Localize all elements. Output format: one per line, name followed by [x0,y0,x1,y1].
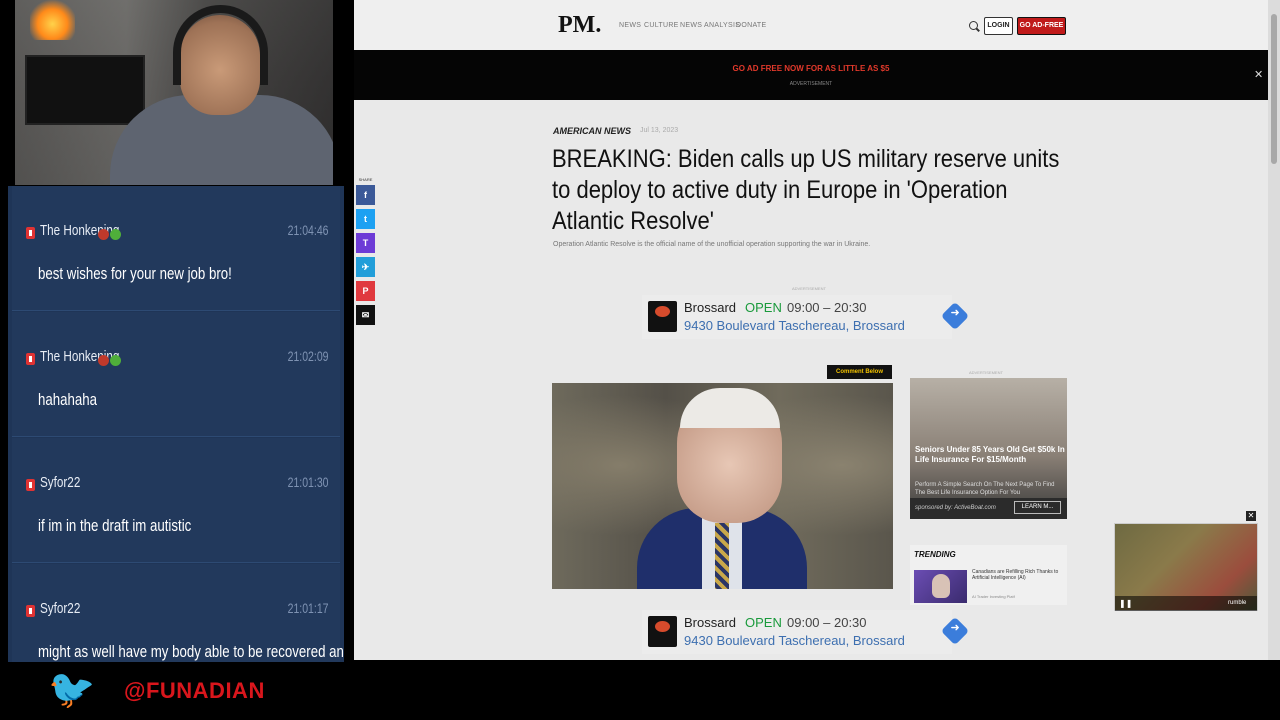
directions-icon[interactable] [940,616,970,646]
facebook-share-icon[interactable]: f [356,185,375,205]
article-date: Jul 13, 2023 [640,127,679,134]
scrollbar-thumb[interactable] [1271,14,1277,164]
store-name: Brossard [684,300,737,315]
store-logo-icon [648,301,677,332]
chat-text: best wishes for your new job bro! [38,264,232,283]
search-icon[interactable] [969,21,978,30]
chat-author: Syfor22 [40,600,81,617]
store-ad-top[interactable]: Brossard OPEN 09:00 – 20:30 9430 Bouleva… [642,295,970,339]
telegram-share-icon[interactable]: ✈ [356,257,375,277]
store-address[interactable]: 9430 Boulevard Taschereau, Brossard [684,318,905,333]
webcam-feed [15,0,333,185]
chat-text: hahahaha [38,390,97,409]
trending-widget: TRENDING Canadians are Refilling Rich Th… [910,545,1067,605]
twitter-share-icon[interactable]: t [356,209,375,229]
insurance-ad[interactable]: Seniors Under 85 Years Old Get $50k In L… [910,378,1067,519]
chat-author: Syfor22 [40,474,81,491]
parler-share-icon[interactable]: P [356,281,375,301]
directions-icon[interactable] [940,301,970,331]
store-status: OPEN [745,300,782,315]
platform-badge-icon [26,227,35,239]
article-headline: BREAKING: Biden calls up US military res… [552,145,1060,235]
close-icon[interactable]: ✕ [1246,511,1256,521]
player-controls: ❚❚ rumble [1115,596,1257,611]
store-hours: 09:00 – 20:30 [787,615,867,630]
advertisement-label: ADVERTISEMENT [789,81,833,87]
chat-timestamp: 21:01:17 [287,600,328,616]
truth-social-share-icon[interactable]: T [356,233,375,253]
fire-decoration [30,0,75,40]
site-header: PM. NEWS CULTURE NEWS ANALYSIS DONATE LO… [354,0,1268,50]
background-monitor [25,55,145,125]
trending-title: TRENDING [914,550,956,559]
nav-news-analysis[interactable]: NEWS ANALYSIS [680,22,740,29]
article-category[interactable]: AMERICAN NEWS [553,126,631,136]
comment-below-button[interactable]: Comment Below [827,365,892,379]
email-share-icon[interactable]: ✉ [356,305,375,325]
promo-text[interactable]: GO AD FREE NOW FOR AS LITTLE AS $5 [354,64,1268,73]
twitter-handle: @FUNADIAN [124,678,265,703]
chat-panel: The Honkening 21:04:46 best wishes for y… [8,186,344,662]
store-ad-bottom[interactable]: Brossard OPEN 09:00 – 20:30 9430 Bouleva… [642,610,970,654]
chat-message: The Honkening 21:04:46 best wishes for y… [12,186,340,311]
page-scrollbar[interactable] [1268,0,1280,660]
stream-layout: The Honkening 21:04:46 best wishes for y… [0,0,1280,720]
trending-item-text[interactable]: Canadians are Refilling Rich Thanks to A… [972,569,1062,581]
trending-item-source: AI Trader Investing Platf [972,594,1015,599]
advertisement-label: ADVERTISEMENT [969,370,1003,375]
ad-headline[interactable]: Seniors Under 85 Years Old Get $50k In L… [915,445,1065,465]
close-icon[interactable]: ✕ [1254,68,1263,81]
learn-more-button[interactable]: LEARN M... [1014,501,1061,514]
twitter-bird-icon: 🐦 [48,669,96,711]
platform-badge-icon [26,353,35,365]
platform-badge-icon [26,479,35,491]
platform-badge-icon [26,605,35,617]
emote-icons [98,227,122,240]
chat-timestamp: 21:01:30 [287,474,328,490]
chat-text: if im in the draft im autistic [38,516,192,535]
chat-message: Syfor22 21:01:30 if im in the draft im a… [12,438,340,563]
nav-news[interactable]: NEWS [619,22,641,29]
nav-donate[interactable]: DONATE [736,22,766,29]
store-status: OPEN [745,615,782,630]
pause-icon[interactable]: ❚❚ [1119,599,1132,608]
advertisement-label: ADVERTISEMENT [792,286,826,291]
player-brand: rumble [1228,600,1247,606]
chat-timestamp: 21:02:09 [287,348,328,364]
chat-text: might as well have my body able to be re… [38,642,344,661]
ad-sponsor: sponsored by: ActiveBoat.com [915,505,996,511]
mini-video-player[interactable]: ❚❚ rumble [1114,523,1258,611]
nav-culture[interactable]: CULTURE [644,22,679,29]
promo-banner: GO AD FREE NOW FOR AS LITTLE AS $5 ADVER… [354,50,1268,100]
store-address[interactable]: 9430 Boulevard Taschereau, Brossard [684,633,905,648]
store-logo-icon [648,616,677,647]
article-subhead: Operation Atlantic Resolve is the offici… [553,241,871,248]
chat-timestamp: 21:04:46 [287,222,328,238]
share-bar: SHARE f t T ✈ P ✉ [356,177,375,329]
store-name: Brossard [684,615,737,630]
store-hours: 09:00 – 20:30 [787,300,867,315]
chat-message: The Honkening 21:02:09 hahahaha [12,312,340,437]
trending-thumbnail[interactable] [914,570,967,603]
social-handle: 🐦 @FUNADIAN [48,670,348,712]
article-hero-image [552,383,893,589]
site-logo[interactable]: PM. [558,12,601,39]
emote-icons [98,353,122,366]
news-page: PM. NEWS CULTURE NEWS ANALYSIS DONATE LO… [354,0,1268,660]
login-button[interactable]: LOGIN [984,17,1013,35]
go-ad-free-button[interactable]: GO AD-FREE [1017,17,1066,35]
ad-subtext: Perform A Simple Search On The Next Page… [915,482,1055,496]
chat-message: Syfor22 21:01:17 might as well have my b… [12,564,344,662]
share-label: SHARE [358,177,373,182]
